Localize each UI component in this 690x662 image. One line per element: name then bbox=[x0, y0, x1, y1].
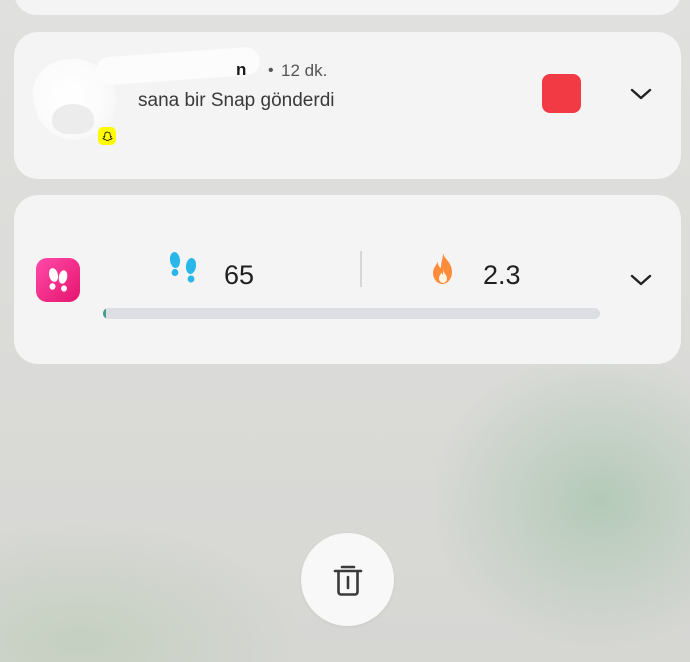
snapchat-ghost-icon bbox=[98, 127, 116, 145]
sender-name: n bbox=[236, 60, 247, 79]
step-counter-card[interactable] bbox=[14, 195, 681, 364]
clear-notifications-button[interactable] bbox=[301, 533, 394, 626]
flame-icon bbox=[433, 253, 452, 284]
pedometer-feet-icon bbox=[36, 258, 80, 302]
chevron-down-icon[interactable] bbox=[628, 86, 654, 102]
separator-dot: • bbox=[268, 62, 274, 79]
previous-notification-card[interactable] bbox=[14, 0, 681, 15]
calories-value: 2.3 bbox=[483, 260, 521, 290]
step-progress-bar bbox=[103, 308, 600, 319]
steps-count: 65 bbox=[224, 260, 255, 290]
snap-thumbnail[interactable] bbox=[542, 74, 581, 113]
notification-message: sana bir Snap gönderdi bbox=[138, 90, 335, 111]
stats-divider bbox=[360, 251, 362, 287]
footprints-icon bbox=[169, 252, 197, 283]
trash-icon bbox=[333, 565, 362, 596]
notification-time: 12 dk. bbox=[281, 61, 328, 80]
chevron-down-icon[interactable] bbox=[628, 272, 654, 288]
